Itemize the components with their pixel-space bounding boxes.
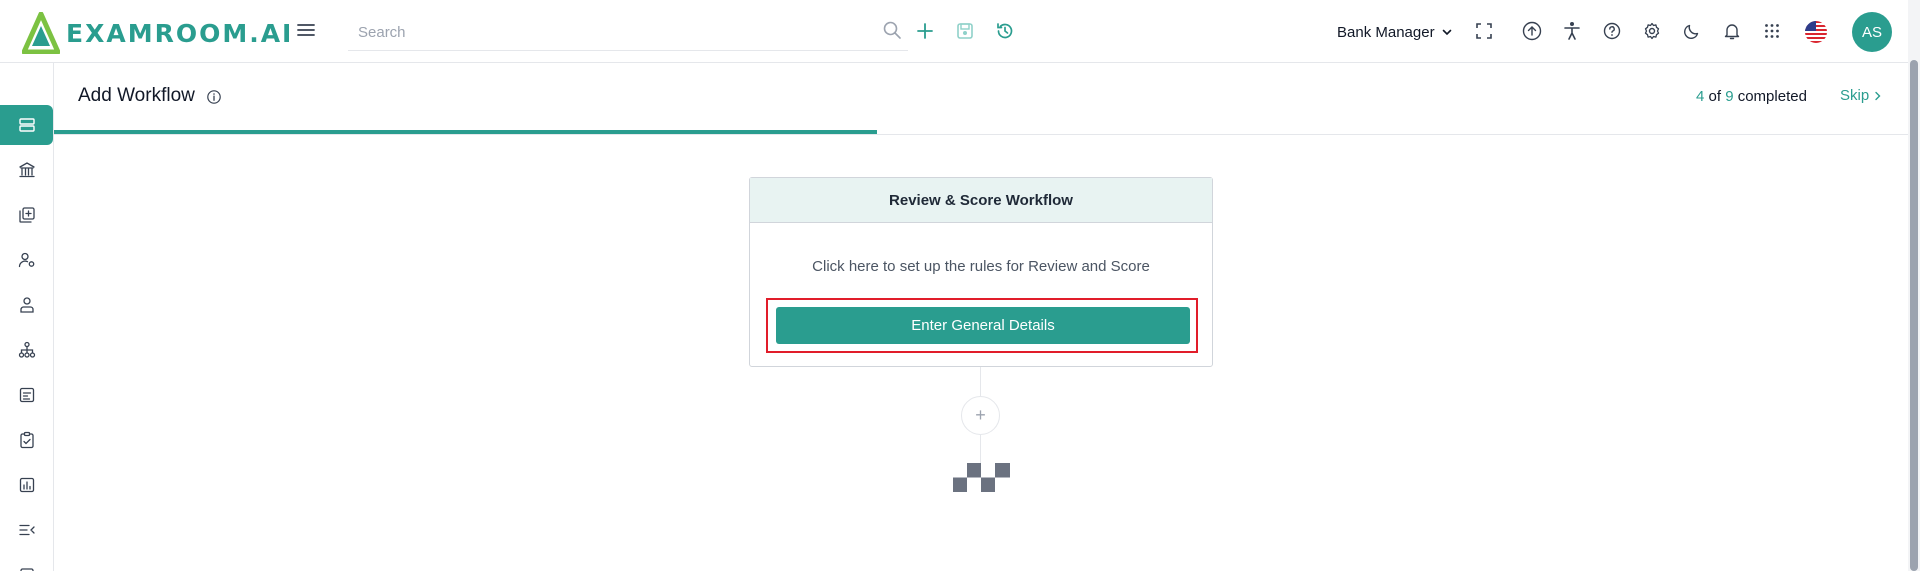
chevron-down-icon (1442, 29, 1451, 36)
page-header: Add Workflow 4 of 9 completed Skip (54, 63, 1908, 135)
accessibility-icon[interactable] (1561, 20, 1583, 42)
sidebar-item-add-document[interactable] (0, 195, 53, 235)
add-workflow-step-button[interactable]: + (961, 396, 1000, 435)
history-icon[interactable] (994, 20, 1016, 42)
fullscreen-icon[interactable] (1473, 20, 1495, 42)
scrollbar-thumb[interactable] (1910, 60, 1918, 571)
workflow-connector-bottom (980, 435, 981, 463)
workflow-card-description[interactable]: Click here to set up the rules for Revie… (750, 258, 1212, 275)
upload-icon[interactable] (1521, 20, 1543, 42)
hamburger-menu-icon[interactable] (296, 20, 316, 40)
progress-current: 4 (1696, 88, 1705, 105)
sidebar-item-more[interactable] (0, 555, 53, 571)
brand-logo[interactable]: EXAMROOM.AI (22, 12, 293, 54)
sidebar (0, 63, 54, 571)
brand-name: EXAMROOM.AI (66, 18, 294, 48)
progress-counter: 4 of 9 completed (1696, 88, 1807, 105)
highlight-box: Enter General Details (766, 298, 1198, 353)
collapse-menu-icon (18, 524, 35, 536)
hierarchy-icon (18, 341, 35, 358)
dark-mode-icon[interactable] (1681, 20, 1703, 42)
user-settings-icon (18, 252, 34, 268)
progress-total: 9 (1725, 88, 1734, 105)
examroom-logo-icon (22, 12, 60, 54)
progress-completed-label: completed (1737, 88, 1807, 105)
sidebar-item-user[interactable] (0, 285, 53, 325)
chevron-right-icon (1875, 91, 1881, 100)
progress-bar-fill (54, 130, 877, 134)
skip-link[interactable]: Skip (1840, 87, 1883, 104)
add-document-icon (18, 207, 35, 223)
sidebar-item-collapse[interactable] (0, 510, 53, 550)
settings-icon[interactable] (1641, 20, 1663, 42)
sidebar-item-reports[interactable] (0, 465, 53, 505)
save-icon[interactable] (954, 20, 976, 42)
workflow-card: Review & Score Workflow Click here to se… (749, 177, 1213, 367)
sidebar-item-form[interactable] (0, 375, 53, 415)
notifications-icon[interactable] (1721, 20, 1743, 42)
add-icon[interactable] (914, 20, 936, 42)
search-bar (348, 13, 908, 51)
top-header: EXAMROOM.AI Bank Manager (0, 0, 1908, 63)
enter-general-details-button[interactable]: Enter General Details (776, 307, 1190, 344)
sidebar-item-bank[interactable] (0, 150, 53, 190)
workflow-icon (18, 118, 35, 132)
sidebar-item-hierarchy[interactable] (0, 330, 53, 370)
workflow-card-title: Review & Score Workflow (750, 178, 1212, 223)
form-icon (19, 387, 34, 403)
more-icon (19, 568, 34, 571)
user-avatar[interactable]: AS (1852, 12, 1892, 52)
apps-grid-icon[interactable] (1761, 20, 1783, 42)
info-icon[interactable] (206, 89, 222, 105)
sidebar-item-workflow[interactable] (0, 105, 53, 145)
report-chart-icon (19, 477, 34, 493)
search-icon[interactable] (882, 20, 902, 40)
help-icon[interactable] (1601, 20, 1623, 42)
bank-icon (18, 162, 35, 178)
sidebar-item-user-settings[interactable] (0, 240, 53, 280)
sidebar-item-clipboard[interactable] (0, 420, 53, 460)
page-scrollbar[interactable] (1908, 0, 1920, 571)
role-selector[interactable]: Bank Manager (1337, 22, 1453, 42)
clipboard-check-icon (19, 431, 34, 449)
role-label: Bank Manager (1337, 23, 1435, 41)
finish-flag-icon (953, 463, 1010, 492)
skip-label: Skip (1840, 87, 1870, 104)
page-title: Add Workflow (78, 85, 195, 106)
progress-of-label: of (1708, 88, 1722, 105)
search-input[interactable] (358, 21, 858, 43)
workflow-connector-top (980, 367, 981, 396)
us-flag-icon[interactable] (1805, 21, 1827, 43)
user-icon (19, 297, 34, 313)
